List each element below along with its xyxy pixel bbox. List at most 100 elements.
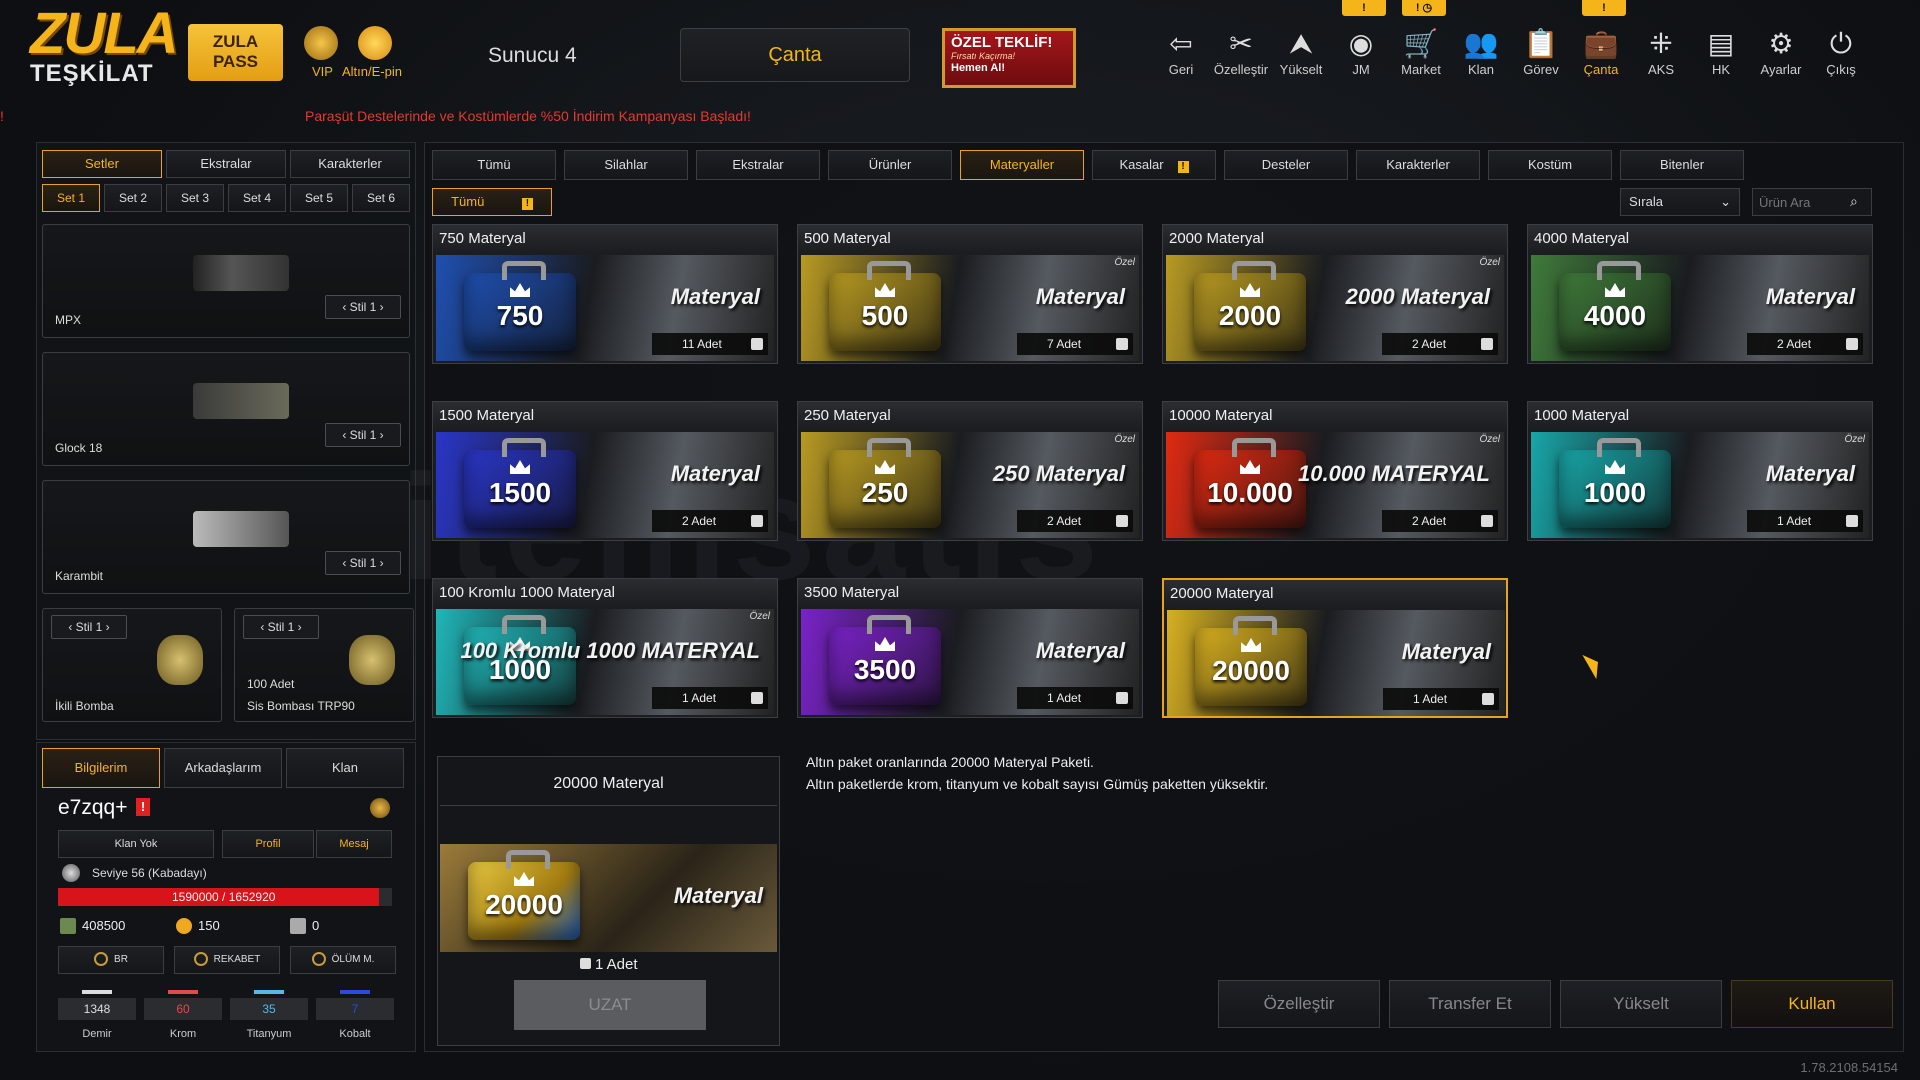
set-tab-5[interactable]: Set 5 [290, 184, 348, 212]
grenade-card-1[interactable]: ‹ Stil 1 › İkili Bomba [42, 608, 222, 722]
filter-materyaller[interactable]: Materyaller [960, 150, 1084, 180]
nav-label[interactable]: AKS [1648, 62, 1674, 77]
item-card[interactable]: 1000 Materyal 1000 Materyal Özel 1 Adet [1527, 401, 1873, 541]
search-icon[interactable]: ⌕ [1850, 193, 1858, 210]
clan-icon[interactable]: 👥 [1452, 26, 1510, 62]
gold-coin-icon[interactable] [358, 26, 392, 60]
vip-label[interactable]: VIP [312, 64, 333, 79]
clipboard-icon[interactable]: 📋 [1512, 26, 1570, 62]
filter-kostüm[interactable]: Kostüm [1488, 150, 1612, 180]
item-card[interactable]: 250 Materyal 250 250 Materyal Özel 2 Adet [797, 401, 1143, 541]
back-icon[interactable]: ⇦ [1152, 26, 1210, 62]
tools-icon[interactable]: ✂ [1212, 26, 1270, 62]
nav-wallet[interactable]: ▤ HK [1692, 26, 1750, 77]
item-card[interactable]: 20000 Materyal 20000 Materyal 1 Adet [1162, 578, 1508, 718]
item-card[interactable]: 1500 Materyal 1500 Materyal 2 Adet [432, 401, 778, 541]
weapon-card-2[interactable]: Glock 18 ‹ Stil 1 › [42, 352, 410, 466]
info-button-1[interactable]: Klan Yok [58, 830, 214, 858]
nav-upgrade[interactable]: ⮝ Yükselt [1272, 26, 1330, 77]
style-selector[interactable]: ‹ Stil 1 › [325, 295, 401, 319]
nav-label[interactable]: Market [1401, 62, 1441, 77]
vip-crown-icon[interactable] [304, 26, 338, 60]
coins-icon[interactable]: ◉ [1332, 26, 1390, 62]
tab-karakterler[interactable]: Karakterler [290, 150, 410, 178]
set-tab-4[interactable]: Set 4 [228, 184, 286, 212]
subfilter-all[interactable]: Tümü ! [432, 188, 552, 216]
filter-karakterler[interactable]: Karakterler [1356, 150, 1480, 180]
nav-label[interactable]: Yükselt [1280, 62, 1323, 77]
item-card[interactable]: 3500 Materyal 3500 Materyal 1 Adet [797, 578, 1143, 718]
nav-label[interactable]: Özelleştir [1214, 62, 1268, 77]
filter-bitenler[interactable]: Bitenler [1620, 150, 1744, 180]
nav-cart[interactable]: 🛒 Market [1392, 26, 1450, 77]
set-tab-2[interactable]: Set 2 [104, 184, 162, 212]
campaign-banner[interactable]: Paraşüt Destelerinde ve Kostümlerde %50 … [305, 108, 751, 124]
style-selector[interactable]: ‹ Stil 1 › [325, 423, 401, 447]
nav-label[interactable]: JM [1352, 62, 1369, 77]
nav-label[interactable]: Çanta [1584, 62, 1619, 77]
sort-dropdown[interactable]: Sırala ⌄ [1620, 188, 1740, 216]
tab-ekstralar[interactable]: Ekstralar [166, 150, 286, 178]
zula-pass-button[interactable]: ZULA PASS [188, 24, 283, 81]
item-card[interactable]: 4000 Materyal 4000 Materyal 2 Adet [1527, 224, 1873, 364]
gear-icon[interactable]: ⚙ [1752, 26, 1810, 62]
nav-clipboard[interactable]: 📋 Görev [1512, 26, 1570, 77]
nav-bag[interactable]: 💼 Çanta [1572, 26, 1630, 77]
nav-back[interactable]: ⇦ Geri [1152, 26, 1210, 77]
upgrade-icon[interactable]: ⮝ [1272, 26, 1330, 62]
item-card[interactable]: 750 Materyal 750 Materyal 11 Adet [432, 224, 778, 364]
nav-network[interactable]: ⁜ AKS [1632, 26, 1690, 77]
set-tab-3[interactable]: Set 3 [166, 184, 224, 212]
filter-ürünler[interactable]: Ürünler [828, 150, 952, 180]
mode-button-3[interactable]: ÖLÜM M. [290, 946, 396, 974]
info-button-2[interactable]: Profil [222, 830, 314, 858]
grenade-card-2[interactable]: ‹ Stil 1 › 100 Adet Sis Bombası TRP90 [234, 608, 414, 722]
nav-gear[interactable]: ⚙ Ayarlar [1752, 26, 1810, 77]
filter-kasalar[interactable]: Kasalar! [1092, 150, 1216, 180]
tab-setler[interactable]: Setler [42, 150, 162, 178]
action-transfer-et[interactable]: Transfer Et [1389, 980, 1551, 1028]
info-tab-3[interactable]: Klan [286, 748, 404, 788]
filter-tümü[interactable]: Tümü [432, 150, 556, 180]
bag-icon[interactable]: 💼 [1572, 26, 1630, 62]
extend-button[interactable]: UZAT [514, 980, 706, 1030]
power-icon[interactable]: ⏻ [1812, 26, 1870, 62]
item-card[interactable]: 500 Materyal 500 Materyal Özel 7 Adet [797, 224, 1143, 364]
action-yükselt[interactable]: Yükselt [1560, 980, 1722, 1028]
cart-icon[interactable]: 🛒 [1392, 26, 1450, 62]
info-tab-1[interactable]: Bilgilerim [42, 748, 160, 788]
filter-ekstralar[interactable]: Ekstralar [696, 150, 820, 180]
style-selector[interactable]: ‹ Stil 1 › [243, 615, 319, 639]
set-tab-6[interactable]: Set 6 [352, 184, 410, 212]
wallet-icon[interactable]: ▤ [1692, 26, 1750, 62]
action-kullan[interactable]: Kullan [1731, 980, 1893, 1028]
set-tab-1[interactable]: Set 1 [42, 184, 100, 212]
action-özelleştir[interactable]: Özelleştir [1218, 980, 1380, 1028]
item-card[interactable]: 100 Kromlu 1000 Materyal 1000 100 Kromlu 1… [432, 578, 778, 718]
info-button-3[interactable]: Mesaj [316, 830, 392, 858]
info-tab-2[interactable]: Arkadaşlarım [164, 748, 282, 788]
canta-button[interactable]: Çanta [680, 28, 910, 82]
altin-label[interactable]: Altın/E-pin [342, 64, 402, 79]
nav-label[interactable]: Çıkış [1826, 62, 1856, 77]
nav-coins[interactable]: ◉ JM [1332, 26, 1390, 77]
nav-power[interactable]: ⏻ Çıkış [1812, 26, 1870, 77]
filter-desteler[interactable]: Desteler [1224, 150, 1348, 180]
style-selector[interactable]: ‹ Stil 1 › [51, 615, 127, 639]
item-card[interactable]: 2000 Materyal 2000 2000 Materyal Özel 2 Adet [1162, 224, 1508, 364]
mode-button-1[interactable]: BR [58, 946, 164, 974]
nav-label[interactable]: HK [1712, 62, 1730, 77]
mode-button-2[interactable]: REKABET [174, 946, 280, 974]
nav-label[interactable]: Ayarlar [1761, 62, 1802, 77]
style-selector[interactable]: ‹ Stil 1 › [325, 551, 401, 575]
weapon-card-1[interactable]: MPX ‹ Stil 1 › [42, 224, 410, 338]
nav-label[interactable]: Klan [1468, 62, 1494, 77]
nav-clan[interactable]: 👥 Klan [1452, 26, 1510, 77]
network-icon[interactable]: ⁜ [1632, 26, 1690, 62]
nav-tools[interactable]: ✂ Özelleştir [1212, 26, 1270, 77]
weapon-card-3[interactable]: Karambit ‹ Stil 1 › [42, 480, 410, 594]
nav-label[interactable]: Geri [1169, 62, 1194, 77]
nav-label[interactable]: Görev [1523, 62, 1558, 77]
special-offer-button[interactable]: ÖZEL TEKLİF! Fırsatı Kaçırma! Hemen Al! [942, 28, 1076, 88]
filter-silahlar[interactable]: Silahlar [564, 150, 688, 180]
